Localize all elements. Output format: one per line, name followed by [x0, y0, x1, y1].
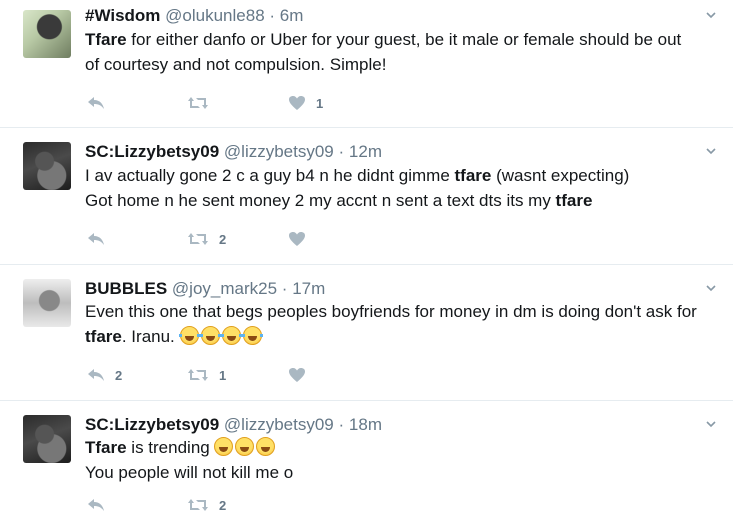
hashtag-keyword[interactable]: tfare [85, 327, 122, 346]
tweet-header: #Wisdom @olukunle88 · 6m [85, 6, 303, 26]
grinning-emoji [214, 437, 234, 456]
timestamp[interactable]: 18m [349, 415, 382, 434]
display-name[interactable]: BUBBLES [85, 279, 167, 298]
hashtag-keyword[interactable]: Tfare [85, 438, 127, 457]
separator-dot: · [338, 142, 345, 161]
retweet-count: 1 [219, 367, 227, 383]
grinning-emoji [235, 437, 255, 456]
tweet-feed: #Wisdom @olukunle88 · 6m Tfare for eithe… [0, 0, 733, 521]
retweet-count: 2 [219, 497, 227, 513]
hashtag-keyword[interactable]: Tfare [85, 30, 127, 49]
text-segment: Got home n he sent money 2 my accnt n se… [85, 191, 556, 210]
retweet-button[interactable]: 2 [187, 495, 226, 515]
tweet[interactable]: SC:Lizzybetsy09 @lizzybetsy09 · 12m I av… [0, 128, 733, 265]
tweet[interactable]: #Wisdom @olukunle88 · 6m Tfare for eithe… [0, 0, 733, 128]
text-segment: is trending [126, 438, 215, 457]
tears-of-joy-emoji [220, 326, 242, 345]
hashtag-keyword[interactable]: tfare [556, 191, 593, 210]
avatar[interactable] [23, 142, 71, 190]
timestamp[interactable]: 12m [349, 142, 382, 161]
chevron-down-icon[interactable] [706, 283, 716, 293]
avatar[interactable] [23, 10, 71, 58]
tweet-text: Tfare is trending You people will not ki… [85, 435, 293, 485]
reply-button[interactable]: 2 [87, 365, 122, 385]
tweet-text: Tfare for either danfo or Uber for your … [85, 27, 681, 77]
display-name[interactable]: SC:Lizzybetsy09 [85, 415, 219, 434]
retweet-icon [188, 233, 208, 245]
tweet-text: Even this one that begs peoples boyfrien… [85, 299, 697, 349]
timestamp[interactable]: 17m [292, 279, 325, 298]
tweet-header: SC:Lizzybetsy09 @lizzybetsy09 · 12m [85, 142, 382, 162]
reply-icon [88, 499, 104, 511]
user-handle[interactable]: @lizzybetsy09 [224, 142, 334, 161]
text-segment: for either danfo or Uber for your guest,… [126, 30, 682, 49]
tears-of-joy-emoji [178, 326, 200, 345]
retweet-count: 2 [219, 231, 227, 247]
user-handle[interactable]: @lizzybetsy09 [224, 415, 334, 434]
reply-icon [88, 233, 104, 245]
like-button[interactable] [288, 365, 316, 385]
reply-button[interactable] [87, 93, 115, 113]
retweet-icon [188, 499, 208, 511]
heart-icon [289, 232, 305, 246]
reply-button[interactable] [87, 229, 115, 249]
like-button[interactable] [288, 229, 316, 249]
tweet-header: BUBBLES @joy_mark25 · 17m [85, 279, 325, 299]
separator-dot: · [338, 415, 345, 434]
user-handle[interactable]: @joy_mark25 [172, 279, 277, 298]
reply-count: 2 [115, 367, 123, 383]
display-name[interactable]: SC:Lizzybetsy09 [85, 142, 219, 161]
heart-icon [289, 96, 305, 110]
retweet-button[interactable]: 2 [187, 229, 226, 249]
chevron-down-icon[interactable] [706, 419, 716, 429]
reply-button[interactable] [87, 495, 115, 515]
reply-icon [88, 369, 104, 381]
separator-dot: · [281, 279, 288, 298]
text-segment: of courtesy and not compulsion. Simple! [85, 55, 387, 74]
heart-icon [289, 368, 305, 382]
avatar[interactable] [23, 415, 71, 463]
like-count: 1 [316, 95, 324, 111]
tweet[interactable]: SC:Lizzybetsy09 @lizzybetsy09 · 18m Tfar… [0, 401, 733, 521]
tears-of-joy-emoji [241, 326, 263, 345]
hashtag-keyword[interactable]: tfare [455, 166, 492, 185]
tears-of-joy-emoji [199, 326, 221, 345]
reply-icon [88, 97, 104, 109]
text-segment: I av actually gone 2 c a guy b4 n he did… [85, 166, 455, 185]
retweet-icon [188, 97, 208, 109]
tweet[interactable]: BUBBLES @joy_mark25 · 17m Even this one … [0, 265, 733, 401]
display-name[interactable]: #Wisdom [85, 6, 160, 25]
tweet-header: SC:Lizzybetsy09 @lizzybetsy09 · 18m [85, 415, 382, 435]
text-segment: (wasnt expecting) [491, 166, 630, 185]
retweet-button[interactable]: 1 [187, 365, 226, 385]
chevron-down-icon[interactable] [706, 146, 716, 156]
timestamp[interactable]: 6m [280, 6, 304, 25]
retweet-button[interactable] [187, 93, 219, 113]
text-segment: Even this one that begs peoples boyfrien… [85, 302, 697, 321]
tweet-text: I av actually gone 2 c a guy b4 n he did… [85, 163, 629, 213]
retweet-icon [188, 369, 208, 381]
text-segment: You people will not kill me o [85, 463, 294, 482]
chevron-down-icon[interactable] [706, 10, 716, 20]
text-segment: . Iranu. [121, 327, 175, 346]
grinning-emoji [256, 437, 276, 456]
avatar[interactable] [23, 279, 71, 327]
like-button[interactable]: 1 [288, 93, 323, 113]
user-handle[interactable]: @olukunle88 [165, 6, 265, 25]
separator-dot: · [269, 6, 276, 25]
